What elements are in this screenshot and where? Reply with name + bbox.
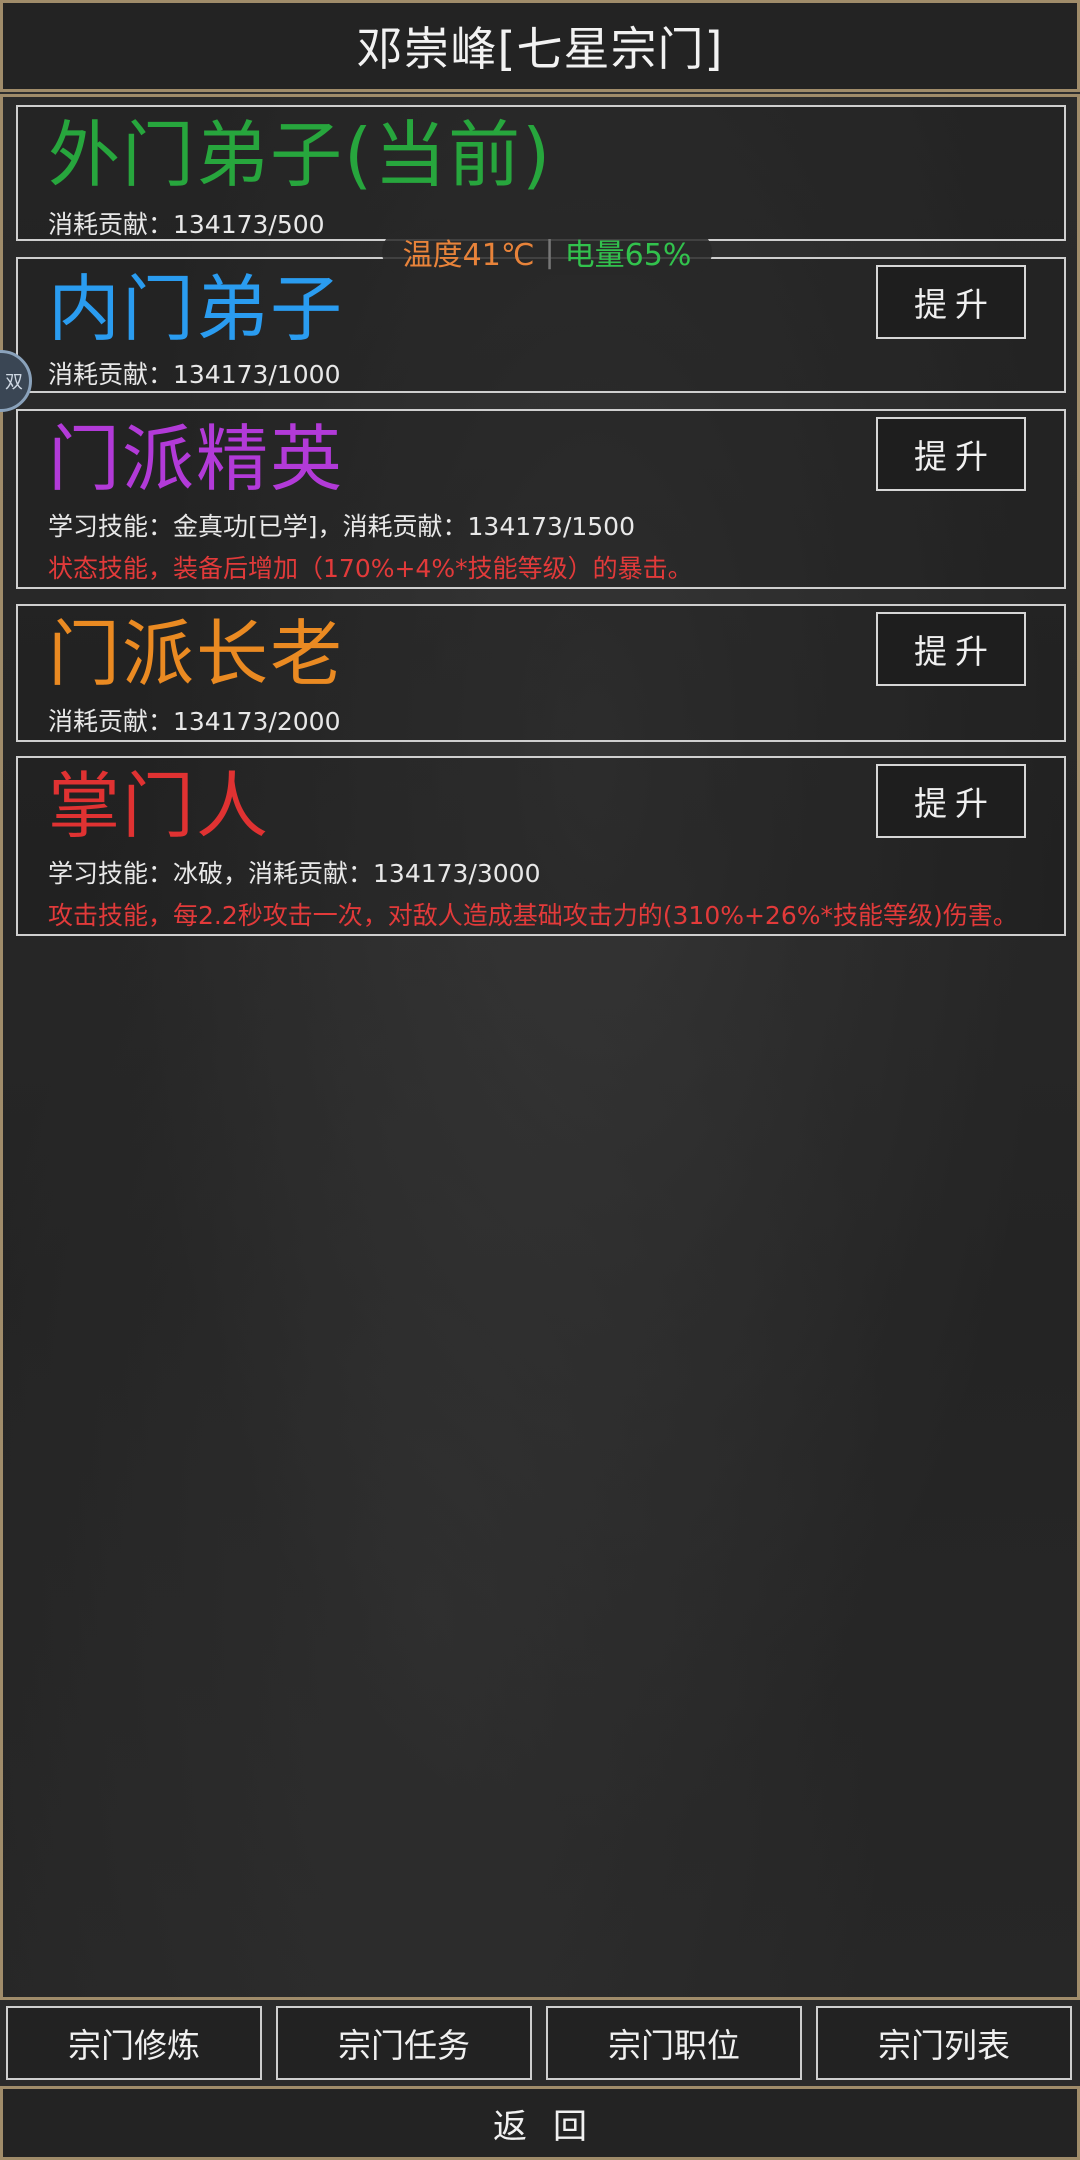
skill-description: 攻击技能，每2.2秒攻击一次，对敌人造成基础攻击力的(310%+26%*技能等级… (48, 901, 1018, 930)
rank-requirement: 学习技能：冰破，消耗贡献：134173/3000 (48, 859, 541, 888)
temperature-readout: 温度41℃ (402, 238, 535, 273)
rank-requirement: 学习技能：金真功[已学]，消耗贡献：134173/1500 (48, 512, 635, 541)
rank-name: 外门弟子(当前) (48, 113, 553, 197)
rank-card-sect-elder: 门派长老 消耗贡献：134173/2000 提升 (16, 604, 1066, 742)
device-status-overlay: 温度41℃ | 电量65% (382, 229, 712, 275)
rank-name: 门派精英 (48, 417, 345, 501)
rank-name: 门派长老 (48, 612, 345, 696)
rank-card-sect-elite: 门派精英 学习技能：金真功[已学]，消耗贡献：134173/1500 状态技能，… (16, 409, 1066, 589)
tab-sect-positions[interactable]: 宗门职位 (546, 2006, 802, 2080)
promote-button[interactable]: 提升 (876, 417, 1026, 491)
status-divider: | (544, 234, 555, 270)
rank-name: 掌门人 (48, 764, 271, 848)
tab-sect-training[interactable]: 宗门修炼 (6, 2006, 262, 2080)
header-bar: 邓崇峰[七星宗门] (0, 0, 1080, 92)
promote-button[interactable]: 提升 (876, 265, 1026, 339)
rank-name: 内门弟子 (48, 267, 345, 351)
bubble-label: 双 (5, 372, 23, 393)
tab-sect-quests[interactable]: 宗门任务 (276, 2006, 532, 2080)
page-title: 邓崇峰[七星宗门] (356, 22, 724, 76)
tab-sect-list[interactable]: 宗门列表 (816, 2006, 1072, 2080)
back-button[interactable]: 返回 (0, 2086, 1080, 2160)
promote-button[interactable]: 提升 (876, 764, 1026, 838)
rank-card-inner-disciple: 内门弟子 消耗贡献：134173/1000 提升 (16, 257, 1066, 393)
rank-requirement: 消耗贡献：134173/500 (48, 210, 325, 239)
rank-card-outer-disciple: 外门弟子(当前) 消耗贡献：134173/500 (16, 105, 1066, 241)
skill-description: 状态技能，装备后增加（170%+4%*技能等级）的暴击。 (48, 554, 693, 583)
rank-requirement: 消耗贡献：134173/1000 (48, 360, 341, 389)
back-button-label: 返回 (493, 2106, 613, 2147)
bottom-tab-bar: 宗门修炼 宗门任务 宗门职位 宗门列表 (0, 2000, 1080, 2086)
battery-readout: 电量65% (564, 238, 692, 273)
promote-button[interactable]: 提升 (876, 612, 1026, 686)
rank-requirement: 消耗贡献：134173/2000 (48, 707, 341, 736)
rank-card-sect-leader: 掌门人 学习技能：冰破，消耗贡献：134173/3000 攻击技能，每2.2秒攻… (16, 756, 1066, 936)
